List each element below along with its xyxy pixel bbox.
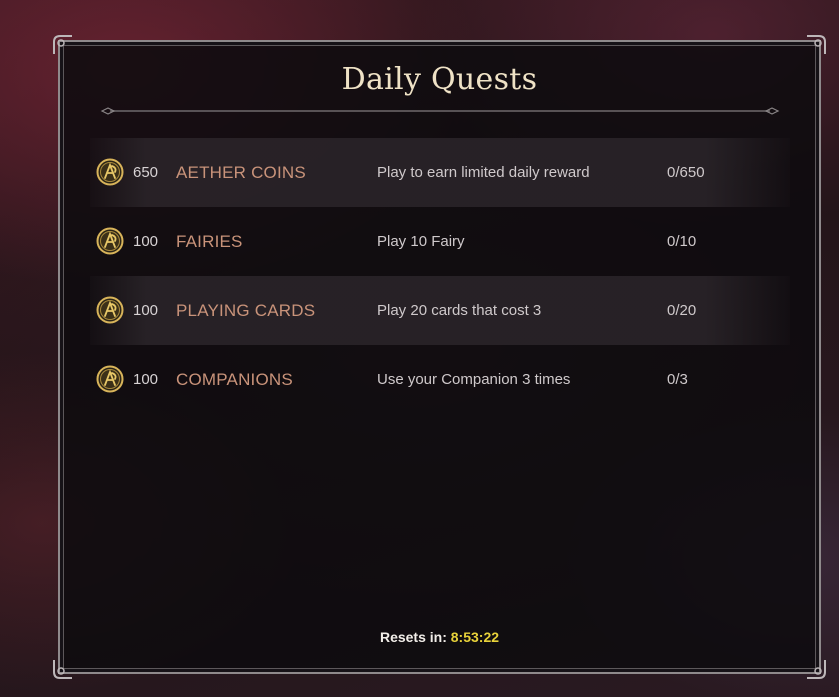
reset-label: Resets in: [379, 629, 447, 645]
quest-row[interactable]: 100 PLAYING CARDS Play 20 cards that cos… [90, 276, 790, 345]
quest-row[interactable]: 100 FAIRIES Play 10 Fairy 0/10 [90, 207, 790, 276]
page-title: Daily Quests [341, 62, 538, 97]
quest-progress: 0/3 [667, 371, 688, 388]
aether-coin-icon [96, 365, 124, 393]
quest-name: AETHER COINS [176, 163, 306, 182]
reward-amount: 650 [133, 164, 159, 181]
reset-time: 8:53:22 [450, 629, 500, 645]
quest-row[interactable]: 650 AETHER COINS Play to earn limited da… [90, 138, 790, 207]
quest-row[interactable]: 100 COMPANIONS Use your Companion 3 time… [90, 345, 790, 414]
reward-amount: 100 [133, 233, 159, 250]
quest-description: Use your Companion 3 times [377, 371, 571, 388]
quest-progress: 0/10 [667, 233, 697, 250]
quest-name: PLAYING CARDS [176, 301, 316, 320]
title-divider [100, 103, 780, 119]
reset-timer: Resets in: 8:53:22 [58, 629, 821, 645]
quest-progress: 0/650 [667, 164, 705, 181]
quest-list: 650 AETHER COINS Play to earn limited da… [90, 138, 790, 414]
quest-description: Play 20 cards that cost 3 [377, 302, 542, 319]
corner-ornament-icon [52, 658, 74, 680]
corner-ornament-icon [805, 658, 827, 680]
quest-name: COMPANIONS [176, 370, 293, 389]
quest-progress: 0/20 [667, 302, 697, 319]
quest-description: Play to earn limited daily reward [377, 164, 590, 181]
corner-ornament-icon [805, 34, 827, 56]
quest-description: Play 10 Fairy [377, 233, 465, 250]
aether-coin-icon [96, 296, 124, 324]
reward-amount: 100 [133, 371, 159, 388]
reward-amount: 100 [133, 302, 159, 319]
aether-coin-icon [96, 227, 124, 255]
corner-ornament-icon [52, 34, 74, 56]
aether-coin-icon [96, 158, 124, 186]
quest-name: FAIRIES [176, 232, 243, 251]
